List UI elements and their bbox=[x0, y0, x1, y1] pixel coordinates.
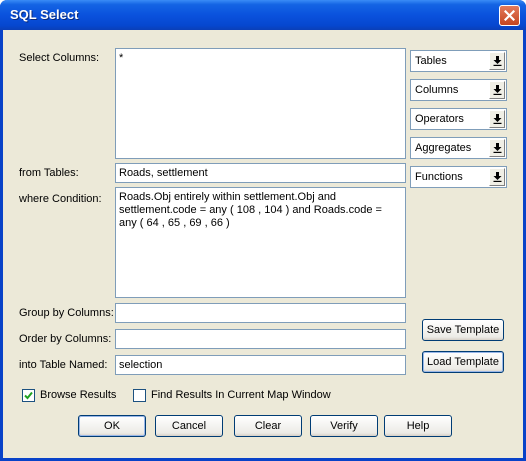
where-condition-field[interactable]: Roads.Obj entirely within settlement.Obj… bbox=[115, 187, 406, 298]
clear-button[interactable]: Clear bbox=[234, 415, 302, 437]
from-tables-label: from Tables: bbox=[19, 167, 79, 179]
functions-dropdown-label: Functions bbox=[415, 171, 463, 183]
aggregates-dropdown-label: Aggregates bbox=[415, 142, 472, 154]
group-by-field[interactable] bbox=[115, 303, 406, 323]
arrow-down-icon bbox=[493, 172, 502, 182]
operators-dropdown-button[interactable] bbox=[489, 110, 505, 128]
operators-dropdown[interactable]: Operators bbox=[410, 108, 507, 130]
load-template-button[interactable]: Load Template bbox=[422, 351, 504, 373]
arrow-down-icon bbox=[493, 56, 502, 66]
group-by-label: Group by Columns: bbox=[19, 307, 114, 319]
save-template-button[interactable]: Save Template bbox=[422, 319, 504, 341]
arrow-down-icon bbox=[493, 114, 502, 124]
select-columns-label: Select Columns: bbox=[19, 52, 100, 64]
tables-dropdown[interactable]: Tables bbox=[410, 50, 507, 72]
functions-dropdown[interactable]: Functions bbox=[410, 166, 507, 188]
cancel-button[interactable]: Cancel bbox=[155, 415, 223, 437]
browse-results-label: Browse Results bbox=[40, 389, 117, 401]
verify-button[interactable]: Verify bbox=[310, 415, 378, 437]
aggregates-dropdown-button[interactable] bbox=[489, 139, 505, 157]
arrow-down-icon bbox=[493, 143, 502, 153]
into-table-field[interactable]: selection bbox=[115, 355, 406, 375]
tables-dropdown-label: Tables bbox=[415, 55, 447, 67]
columns-dropdown[interactable]: Columns bbox=[410, 79, 507, 101]
arrow-down-icon bbox=[493, 85, 502, 95]
aggregates-dropdown[interactable]: Aggregates bbox=[410, 137, 507, 159]
functions-dropdown-button[interactable] bbox=[489, 168, 505, 186]
tables-dropdown-button[interactable] bbox=[489, 52, 505, 70]
find-results-checkbox[interactable] bbox=[133, 389, 146, 402]
help-button[interactable]: Help bbox=[384, 415, 452, 437]
into-table-label: into Table Named: bbox=[19, 359, 108, 371]
ok-button[interactable]: OK bbox=[78, 415, 146, 437]
columns-dropdown-button[interactable] bbox=[489, 81, 505, 99]
find-results-label: Find Results In Current Map Window bbox=[151, 389, 331, 401]
where-condition-label: where Condition: bbox=[19, 193, 102, 205]
title-bar[interactable]: SQL Select bbox=[0, 0, 526, 30]
close-icon bbox=[504, 10, 515, 21]
select-columns-field[interactable]: * bbox=[115, 48, 406, 159]
window-title: SQL Select bbox=[10, 7, 79, 22]
from-tables-field[interactable]: Roads, settlement bbox=[115, 163, 406, 183]
checkmark-icon bbox=[24, 391, 33, 400]
operators-dropdown-label: Operators bbox=[415, 113, 464, 125]
close-button[interactable] bbox=[499, 5, 520, 26]
order-by-label: Order by Columns: bbox=[19, 333, 112, 345]
columns-dropdown-label: Columns bbox=[415, 84, 459, 96]
browse-results-checkbox[interactable] bbox=[22, 389, 35, 402]
order-by-field[interactable] bbox=[115, 329, 406, 349]
